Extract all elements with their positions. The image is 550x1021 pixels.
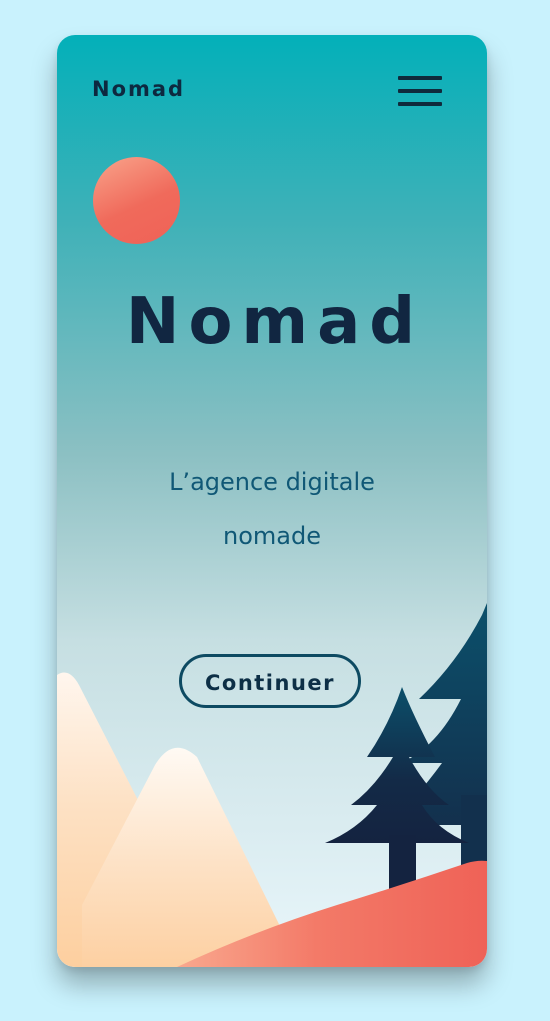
mountain-left (57, 672, 257, 967)
mountain-middle (82, 747, 300, 967)
hero-tagline: L’agence digitale nomade (57, 455, 487, 563)
menu-line-bottom (398, 102, 442, 106)
tagline-line-2: nomade (223, 522, 321, 550)
hero-title: Nomad (125, 285, 425, 359)
tree-front (325, 687, 469, 896)
tagline-line-1: L’agence digitale (169, 468, 375, 496)
hamburger-menu-icon[interactable] (398, 76, 442, 106)
app-screen: Nomad Nomad L’agence digitale nomade Con… (57, 35, 487, 967)
menu-line-middle (398, 89, 442, 93)
menu-line-top (398, 76, 442, 80)
tree-back (387, 603, 487, 885)
hill (177, 860, 487, 967)
logo[interactable]: Nomad (92, 77, 185, 101)
sun-icon (93, 157, 180, 244)
continue-button[interactable]: Continuer (179, 654, 361, 708)
